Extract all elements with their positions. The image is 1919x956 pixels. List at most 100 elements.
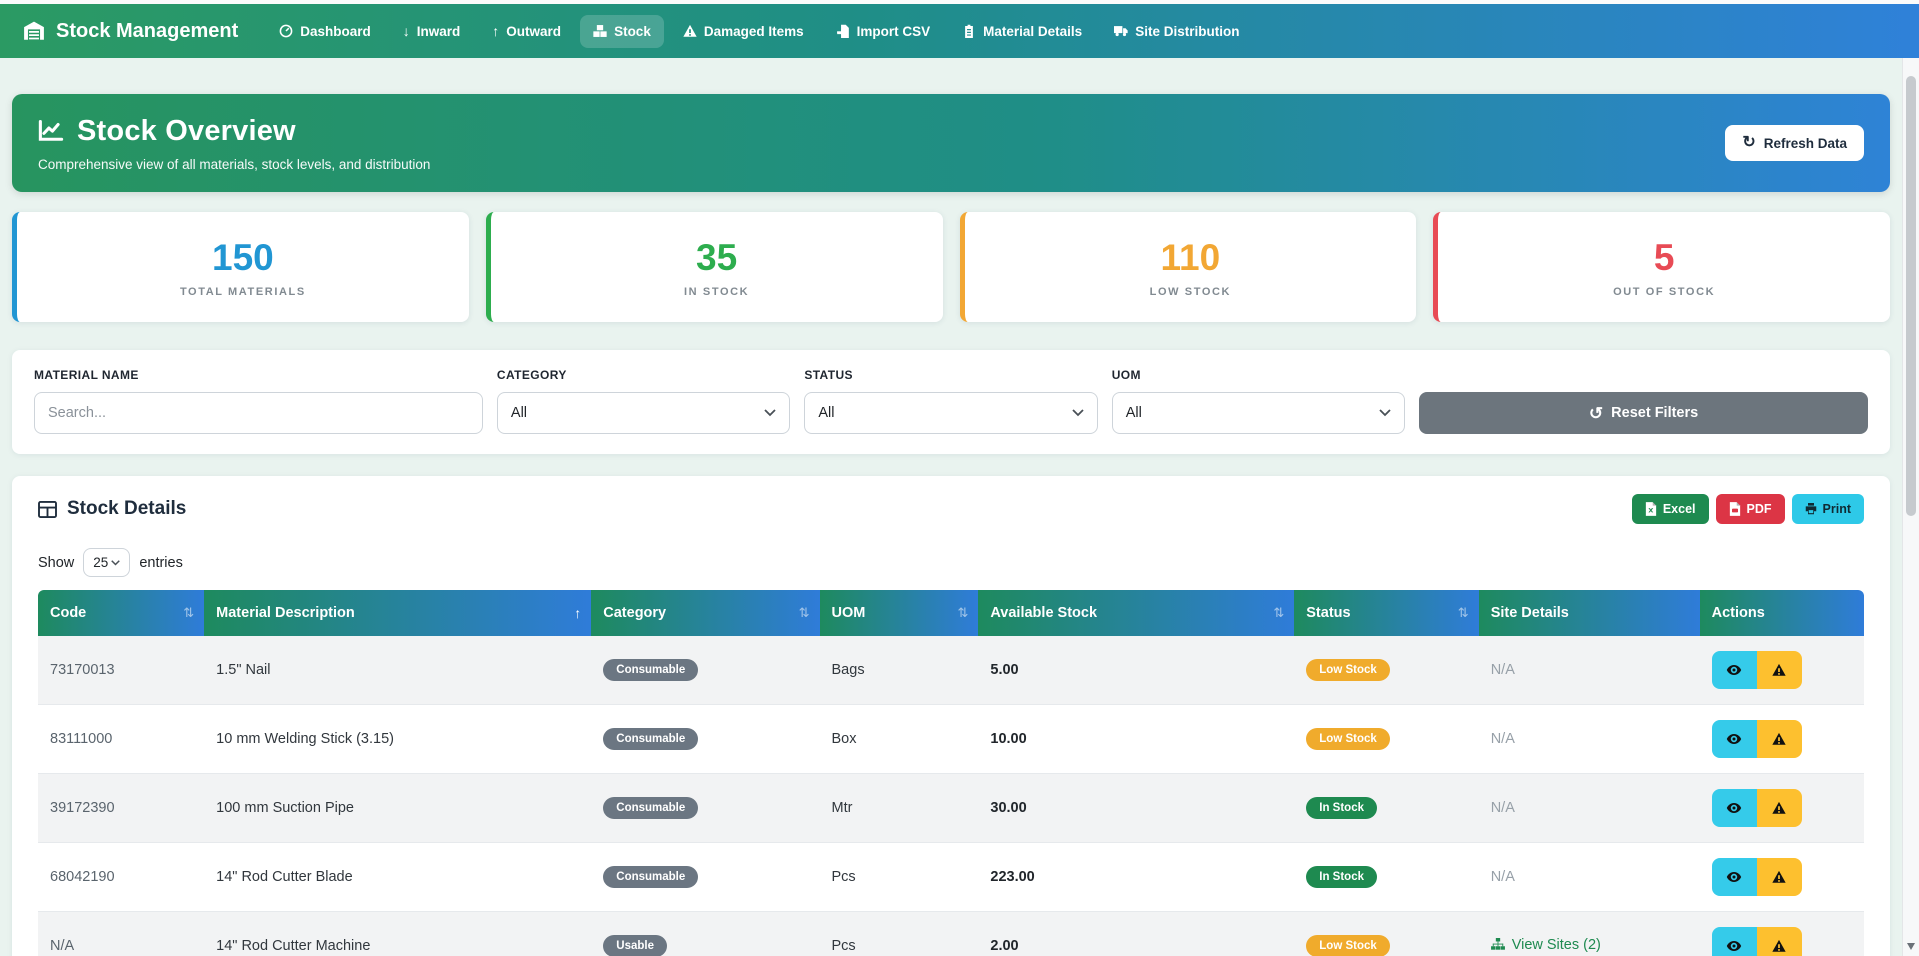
- cell-code: 68042190: [38, 843, 204, 912]
- top-navbar: Stock Management Dashboard ↓ Inward ↑ Ou…: [0, 4, 1919, 58]
- page-size-select[interactable]: 25: [83, 548, 130, 577]
- nav-item-damaged-items[interactable]: Damaged Items: [670, 15, 817, 48]
- export-pdf-button[interactable]: PDF: [1716, 494, 1785, 524]
- stock-overview-banner: Stock Overview Comprehensive view of all…: [12, 94, 1890, 192]
- print-button[interactable]: Print: [1792, 494, 1864, 524]
- view-button[interactable]: [1712, 720, 1757, 758]
- cell-site-na: N/A: [1491, 731, 1515, 747]
- column-header-site-details: Site Details: [1479, 590, 1700, 636]
- view-sites-link[interactable]: View Sites (2): [1491, 937, 1601, 953]
- filters-panel: MATERIAL NAME CATEGORY All STATUS All UO…: [12, 350, 1890, 454]
- category-badge: Consumable: [603, 728, 698, 750]
- reset-filters-label: Reset Filters: [1611, 405, 1698, 421]
- damage-button[interactable]: [1757, 927, 1802, 956]
- arrow-up-icon: ↑: [492, 24, 499, 38]
- cell-uom: Pcs: [820, 912, 979, 956]
- cell-uom: Bags: [820, 636, 979, 705]
- nav-item-stock[interactable]: Stock: [580, 15, 664, 48]
- cell-uom: Pcs: [820, 843, 979, 912]
- nav-item-outward[interactable]: ↑ Outward: [479, 15, 574, 48]
- view-button[interactable]: [1712, 858, 1757, 896]
- status-badge: In Stock: [1306, 797, 1377, 819]
- stat-label: LOW STOCK: [1150, 286, 1231, 298]
- category-selected-value: All: [511, 405, 527, 421]
- cell-code: N/A: [38, 912, 204, 956]
- nav-item-material-details[interactable]: Material Details: [949, 15, 1095, 48]
- app-brand[interactable]: Stock Management: [22, 20, 238, 43]
- chart-line-icon: [38, 119, 64, 143]
- undo-icon: ↺: [1589, 405, 1603, 422]
- nav-item-inward[interactable]: ↓ Inward: [390, 15, 474, 48]
- cell-site-na: N/A: [1491, 800, 1515, 816]
- chevron-down-icon: [1379, 409, 1391, 417]
- scrollbar-down-arrow[interactable]: [1907, 943, 1915, 950]
- pdf-label: PDF: [1747, 502, 1772, 516]
- stock-details-title-text: Stock Details: [67, 498, 186, 520]
- nav-label: Damaged Items: [704, 24, 804, 39]
- brand-label: Stock Management: [56, 20, 238, 43]
- nav-item-dashboard[interactable]: Dashboard: [266, 15, 384, 48]
- printer-icon: [1805, 502, 1817, 516]
- uom-label: UOM: [1112, 368, 1405, 382]
- vertical-scrollbar[interactable]: [1902, 58, 1919, 956]
- column-header-material-description[interactable]: Material Description↑: [204, 590, 591, 636]
- refresh-data-button[interactable]: ↻ Refresh Data: [1725, 125, 1864, 161]
- cell-description: 14" Rod Cutter Blade: [204, 843, 591, 912]
- export-excel-button[interactable]: Excel: [1632, 494, 1709, 524]
- material-name-search-input[interactable]: [34, 392, 483, 434]
- stat-card-low-stock: 110 LOW STOCK: [960, 212, 1417, 322]
- sort-icon: ⇅: [1458, 605, 1469, 621]
- damage-button[interactable]: [1757, 789, 1802, 827]
- reset-filters-button[interactable]: ↺ Reset Filters: [1419, 392, 1868, 434]
- stat-card-in-stock: 35 IN STOCK: [486, 212, 943, 322]
- warehouse-icon: [22, 20, 46, 42]
- column-header-available-stock[interactable]: Available Stock⇅: [978, 590, 1294, 636]
- nav-label: Inward: [417, 24, 461, 39]
- table-header-row: Code⇅ Material Description↑ Category⇅ UO…: [38, 590, 1864, 636]
- category-badge: Consumable: [603, 797, 698, 819]
- damage-button[interactable]: [1757, 651, 1802, 689]
- category-select[interactable]: All: [497, 392, 790, 434]
- file-pdf-icon: [1729, 502, 1741, 516]
- stat-card-total-materials: 150 TOTAL MATERIALS: [12, 212, 469, 322]
- truck-icon: [1114, 24, 1128, 38]
- eye-icon: [1726, 939, 1742, 953]
- sort-icon: ⇅: [183, 605, 194, 621]
- show-label: Show: [38, 555, 74, 571]
- scrollbar-thumb[interactable]: [1906, 76, 1916, 516]
- stat-label: OUT OF STOCK: [1613, 286, 1715, 298]
- view-button[interactable]: [1712, 927, 1757, 956]
- cell-description: 10 mm Welding Stick (3.15): [204, 705, 591, 774]
- sitemap-icon: [1491, 938, 1505, 951]
- sort-icon: ⇅: [799, 605, 810, 621]
- nav-item-site-distribution[interactable]: Site Distribution: [1101, 15, 1252, 48]
- view-button[interactable]: [1712, 651, 1757, 689]
- column-header-category[interactable]: Category⇅: [591, 590, 819, 636]
- status-select[interactable]: All: [804, 392, 1097, 434]
- view-button[interactable]: [1712, 789, 1757, 827]
- dashboard-icon: [279, 24, 293, 38]
- print-label: Print: [1823, 502, 1851, 516]
- chevron-down-icon: [111, 560, 120, 566]
- warning-icon: [1771, 663, 1787, 677]
- export-buttons: Excel PDF Print: [1632, 494, 1864, 524]
- cell-stock: 223.00: [978, 843, 1294, 912]
- cell-stock: 5.00: [978, 636, 1294, 705]
- damage-button[interactable]: [1757, 720, 1802, 758]
- nav-item-import-csv[interactable]: Import CSV: [823, 15, 944, 48]
- damage-button[interactable]: [1757, 858, 1802, 896]
- file-import-icon: [836, 24, 850, 38]
- stat-value: 150: [212, 237, 274, 279]
- status-label: STATUS: [804, 368, 1097, 382]
- page-subtitle: Comprehensive view of all materials, sto…: [38, 157, 430, 172]
- entries-label: entries: [139, 555, 183, 571]
- column-header-code[interactable]: Code⇅: [38, 590, 204, 636]
- view-sites-label: View Sites (2): [1512, 937, 1601, 953]
- column-header-uom[interactable]: UOM⇅: [820, 590, 979, 636]
- stat-cards: 150 TOTAL MATERIALS 35 IN STOCK 110 LOW …: [12, 212, 1890, 322]
- column-header-status[interactable]: Status⇅: [1294, 590, 1478, 636]
- nav-label: Dashboard: [300, 24, 371, 39]
- boxes-icon: [593, 24, 607, 38]
- cell-code: 83111000: [38, 705, 204, 774]
- uom-select[interactable]: All: [1112, 392, 1405, 434]
